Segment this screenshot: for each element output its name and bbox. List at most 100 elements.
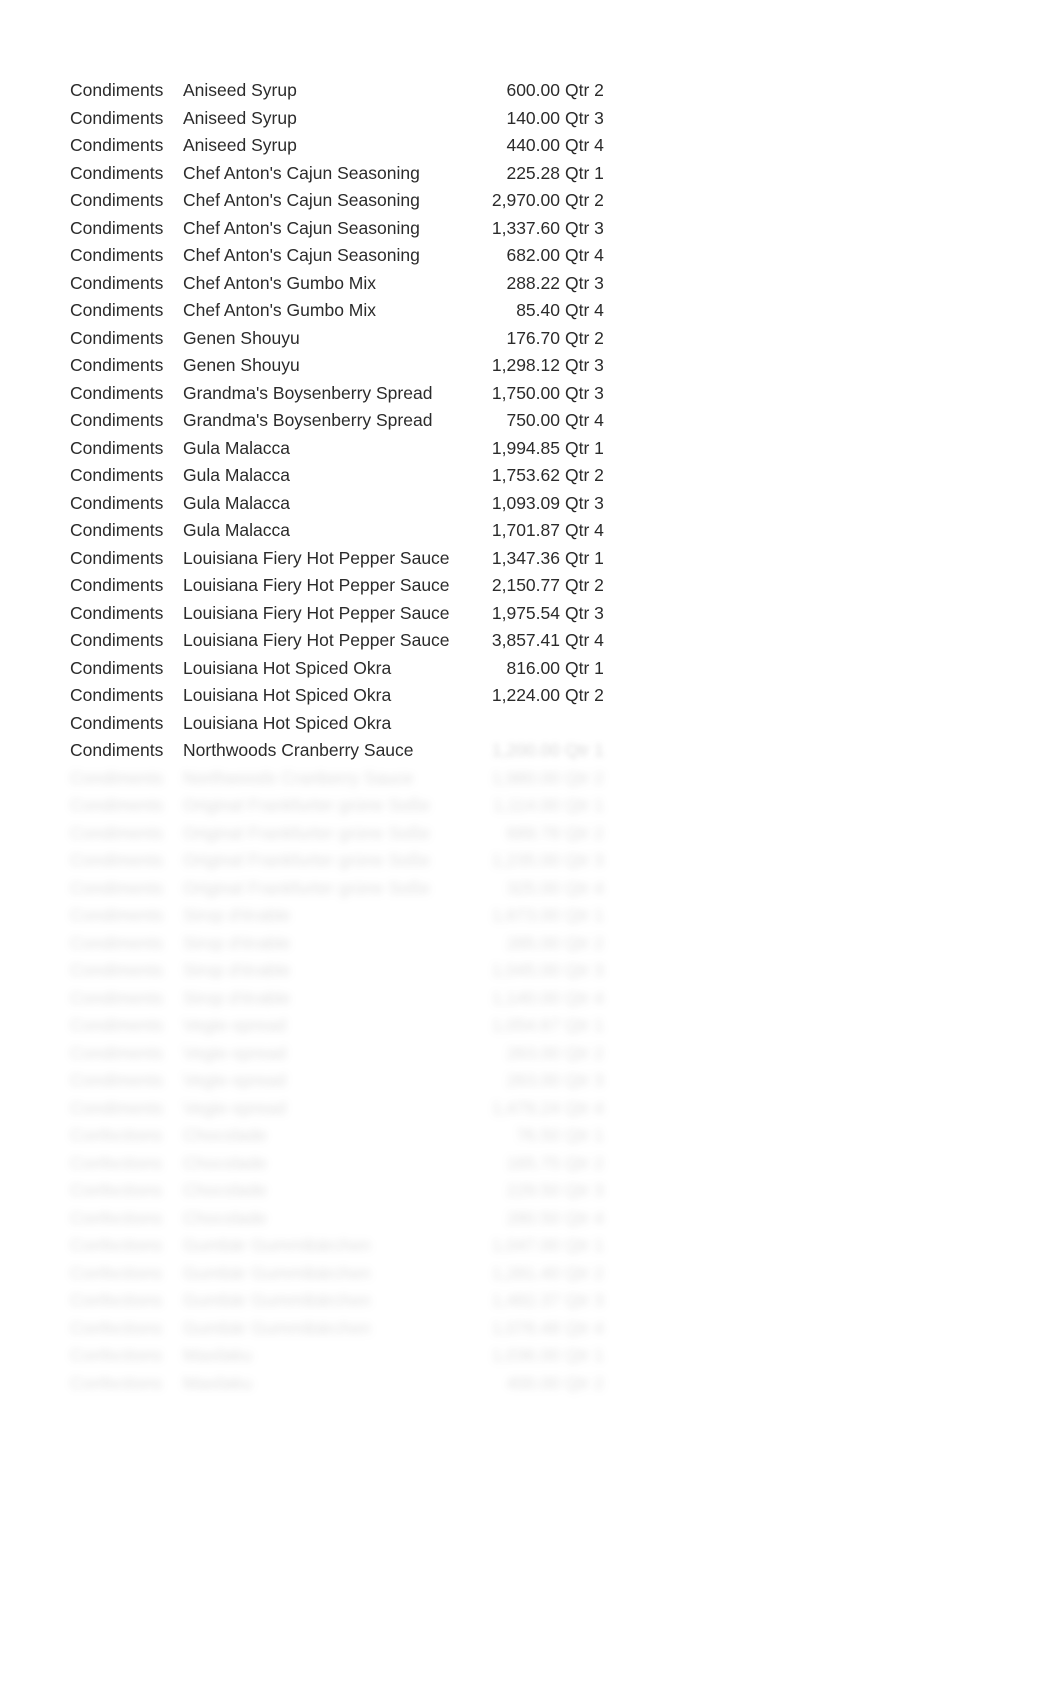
amount-cell: 1,224.00 bbox=[463, 682, 560, 710]
quarter-cell: Qtr 3 bbox=[560, 600, 604, 628]
amount-cell: 165.75 bbox=[463, 1150, 560, 1178]
table-row: CondimentsGenen Shouyu176.70Qtr 2 bbox=[70, 325, 992, 353]
quarter-cell: Qtr 2 bbox=[560, 187, 604, 215]
table-row: CondimentsGenen Shouyu1,298.12Qtr 3 bbox=[70, 352, 992, 380]
category-cell: Condiments bbox=[70, 160, 183, 188]
amount-cell: 1,750.00 bbox=[463, 380, 560, 408]
category-cell: Condiments bbox=[70, 325, 183, 353]
product-cell: Aniseed Syrup bbox=[183, 77, 463, 105]
product-cell: Vegie-spread bbox=[183, 1067, 463, 1095]
product-cell: Chocolade bbox=[183, 1205, 463, 1233]
category-cell: Condiments bbox=[70, 765, 183, 793]
product-cell: Gumbär Gummibärchen bbox=[183, 1287, 463, 1315]
table-row: CondimentsVegie-spread263.00Qtr 3 bbox=[70, 1067, 992, 1095]
quarter-cell: Qtr 4 bbox=[560, 242, 604, 270]
quarter-cell: Qtr 2 bbox=[560, 462, 604, 490]
table-row: ConfectionsChocolade229.50Qtr 3 bbox=[70, 1177, 992, 1205]
product-cell: Louisiana Fiery Hot Pepper Sauce bbox=[183, 600, 463, 628]
quarter-cell: Qtr 3 bbox=[560, 380, 604, 408]
table-row: CondimentsVegie-spread263.00Qtr 2 bbox=[70, 1040, 992, 1068]
table-row: CondimentsGula Malacca1,093.09Qtr 3 bbox=[70, 490, 992, 518]
quarter-cell: Qtr 1 bbox=[560, 1232, 604, 1260]
category-cell: Condiments bbox=[70, 1012, 183, 1040]
quarter-cell: Qtr 1 bbox=[560, 1342, 604, 1370]
category-cell: Condiments bbox=[70, 517, 183, 545]
category-cell: Condiments bbox=[70, 737, 183, 765]
amount-cell: 2,150.77 bbox=[463, 572, 560, 600]
product-cell: Original Frankfurter grüne Soße bbox=[183, 792, 463, 820]
quarter-cell: Qtr 3 bbox=[560, 957, 604, 985]
category-cell: Confections bbox=[70, 1205, 183, 1233]
category-cell: Condiments bbox=[70, 462, 183, 490]
table-row: CondimentsSirop d'érable1,045.00Qtr 3 bbox=[70, 957, 992, 985]
quarter-cell: Qtr 1 bbox=[560, 435, 604, 463]
amount-cell: 1,479.24 bbox=[463, 1095, 560, 1123]
category-cell: Condiments bbox=[70, 352, 183, 380]
amount-cell: 285.00 bbox=[463, 930, 560, 958]
product-cell: Sirop d'érable bbox=[183, 985, 463, 1013]
quarter-cell: Qtr 2 bbox=[560, 1370, 604, 1398]
quarter-cell: Qtr 2 bbox=[560, 572, 604, 600]
quarter-cell: Qtr 2 bbox=[560, 325, 604, 353]
quarter-cell: Qtr 4 bbox=[560, 1315, 604, 1343]
table-row: CondimentsLouisiana Fiery Hot Pepper Sau… bbox=[70, 627, 992, 655]
quarter-cell: Qtr 3 bbox=[560, 215, 604, 243]
table-row: ConfectionsMaxilaku1,036.00Qtr 1 bbox=[70, 1342, 992, 1370]
category-cell: Condiments bbox=[70, 875, 183, 903]
amount-cell: 280.50 bbox=[463, 1205, 560, 1233]
category-cell: Condiments bbox=[70, 490, 183, 518]
quarter-cell: Qtr 4 bbox=[560, 517, 604, 545]
amount-cell: 1,298.12 bbox=[463, 352, 560, 380]
category-cell: Condiments bbox=[70, 902, 183, 930]
product-cell: Vegie-spread bbox=[183, 1095, 463, 1123]
table-row: CondimentsLouisiana Fiery Hot Pepper Sau… bbox=[70, 545, 992, 573]
amount-cell: 1,753.62 bbox=[463, 462, 560, 490]
quarter-cell: Qtr 1 bbox=[560, 737, 604, 765]
product-cell: Grandma's Boysenberry Spread bbox=[183, 407, 463, 435]
product-cell: Chocolade bbox=[183, 1177, 463, 1205]
category-cell: Confections bbox=[70, 1287, 183, 1315]
product-cell: Chef Anton's Cajun Seasoning bbox=[183, 215, 463, 243]
quarter-cell: Qtr 4 bbox=[560, 875, 604, 903]
category-cell: Condiments bbox=[70, 77, 183, 105]
product-cell: Gula Malacca bbox=[183, 435, 463, 463]
category-cell: Condiments bbox=[70, 655, 183, 683]
product-cell: Original Frankfurter grüne Soße bbox=[183, 847, 463, 875]
category-cell: Condiments bbox=[70, 1040, 183, 1068]
table-row: CondimentsGula Malacca1,994.85Qtr 1 bbox=[70, 435, 992, 463]
category-cell: Condiments bbox=[70, 297, 183, 325]
amount-cell: 1,482.37 bbox=[463, 1287, 560, 1315]
amount-cell: 288.22 bbox=[463, 270, 560, 298]
table-row: CondimentsLouisiana Hot Spiced Okra1,224… bbox=[70, 682, 992, 710]
product-cell: Gumbär Gummibärchen bbox=[183, 1232, 463, 1260]
product-cell: Chef Anton's Gumbo Mix bbox=[183, 270, 463, 298]
category-cell: Condiments bbox=[70, 270, 183, 298]
amount-cell: 1,140.00 bbox=[463, 985, 560, 1013]
amount-cell: 1,036.00 bbox=[463, 1342, 560, 1370]
amount-cell: 325.00 bbox=[463, 875, 560, 903]
quarter-cell: Qtr 2 bbox=[560, 1150, 604, 1178]
amount-cell: 1,980.00 bbox=[463, 765, 560, 793]
product-cell: Genen Shouyu bbox=[183, 352, 463, 380]
amount-cell: 1,114.00 bbox=[463, 792, 560, 820]
quarter-cell: Qtr 3 bbox=[560, 490, 604, 518]
table-row: CondimentsLouisiana Fiery Hot Pepper Sau… bbox=[70, 600, 992, 628]
product-cell: Original Frankfurter grüne Soße bbox=[183, 875, 463, 903]
category-cell: Condiments bbox=[70, 930, 183, 958]
product-cell: Gumbär Gummibärchen bbox=[183, 1260, 463, 1288]
product-cell: Chocolade bbox=[183, 1122, 463, 1150]
table-row: CondimentsAniseed Syrup440.00Qtr 4 bbox=[70, 132, 992, 160]
quarter-cell: Qtr 4 bbox=[560, 297, 604, 325]
blurred-rows: CondimentsLouisiana Hot Spiced OkraCondi… bbox=[70, 710, 992, 1398]
category-cell: Condiments bbox=[70, 407, 183, 435]
category-cell: Condiments bbox=[70, 242, 183, 270]
quarter-cell: Qtr 2 bbox=[560, 930, 604, 958]
table-row: CondimentsGrandma's Boysenberry Spread75… bbox=[70, 407, 992, 435]
category-cell: Condiments bbox=[70, 105, 183, 133]
amount-cell: 76.50 bbox=[463, 1122, 560, 1150]
table-row: CondimentsChef Anton's Cajun Seasoning22… bbox=[70, 160, 992, 188]
table-row: CondimentsNorthwoods Cranberry Sauce1,20… bbox=[70, 737, 992, 765]
product-cell: Northwoods Cranberry Sauce bbox=[183, 765, 463, 793]
quarter-cell: Qtr 3 bbox=[560, 847, 604, 875]
category-cell: Condiments bbox=[70, 957, 183, 985]
